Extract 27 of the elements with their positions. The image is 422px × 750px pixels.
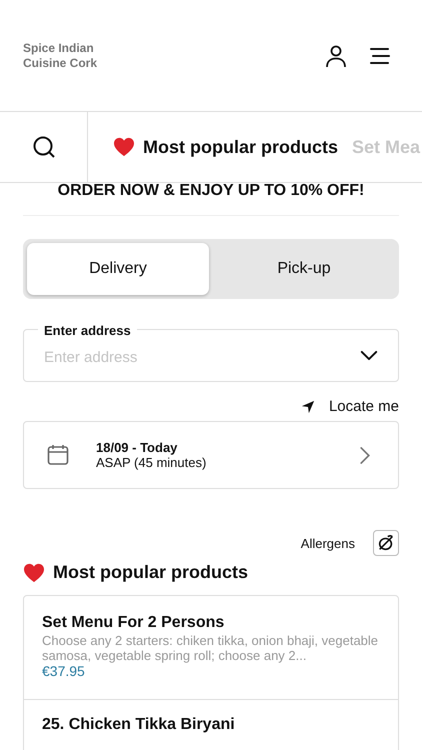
product-name[interactable]: 25. Chicken Tikka Biryani xyxy=(42,716,380,733)
product-description: Choose any 2 starters: chiken tikka, onion bhaji, vegetable samosa, vegetable spring roll; choose any 2... xyxy=(42,633,380,663)
location-arrow-icon xyxy=(300,400,315,414)
user-icon[interactable] xyxy=(324,44,348,68)
chevron-down-icon[interactable] xyxy=(360,350,378,361)
chevron-right-icon xyxy=(360,446,370,464)
product-name[interactable]: Set Menu For 2 Persons xyxy=(42,614,380,631)
category-tab[interactable]: Most popular products xyxy=(143,136,338,158)
schedule-date: 18/09 - Today xyxy=(96,440,178,455)
heart-icon xyxy=(113,137,135,157)
no-allergen-icon xyxy=(377,534,395,552)
order-type-tab[interactable]: Delivery xyxy=(27,243,209,295)
order-type-tab[interactable]: Pick-up xyxy=(213,243,395,295)
allergens-label: Allergens xyxy=(300,536,355,550)
section-title: Most popular products xyxy=(53,562,248,583)
schedule-card[interactable]: 18/09 - Today ASAP (45 minutes) xyxy=(23,421,399,489)
heart-icon xyxy=(23,562,45,582)
restaurant-name[interactable]: Spice Indian Cuisine Cork xyxy=(23,40,113,70)
schedule-time: ASAP (45 minutes) xyxy=(96,455,208,470)
product-price: €37.95 xyxy=(42,663,86,679)
search-icon[interactable] xyxy=(32,135,56,159)
field-label: Enter address xyxy=(38,323,137,338)
locate-me-button[interactable]: Locate me xyxy=(300,398,399,415)
promo-text: ORDER NOW & ENJOY UP TO 10% OFF! xyxy=(56,181,366,201)
calendar-icon xyxy=(46,443,70,467)
allergens-button[interactable] xyxy=(373,530,399,556)
address-input[interactable]: Enter address xyxy=(44,349,360,366)
